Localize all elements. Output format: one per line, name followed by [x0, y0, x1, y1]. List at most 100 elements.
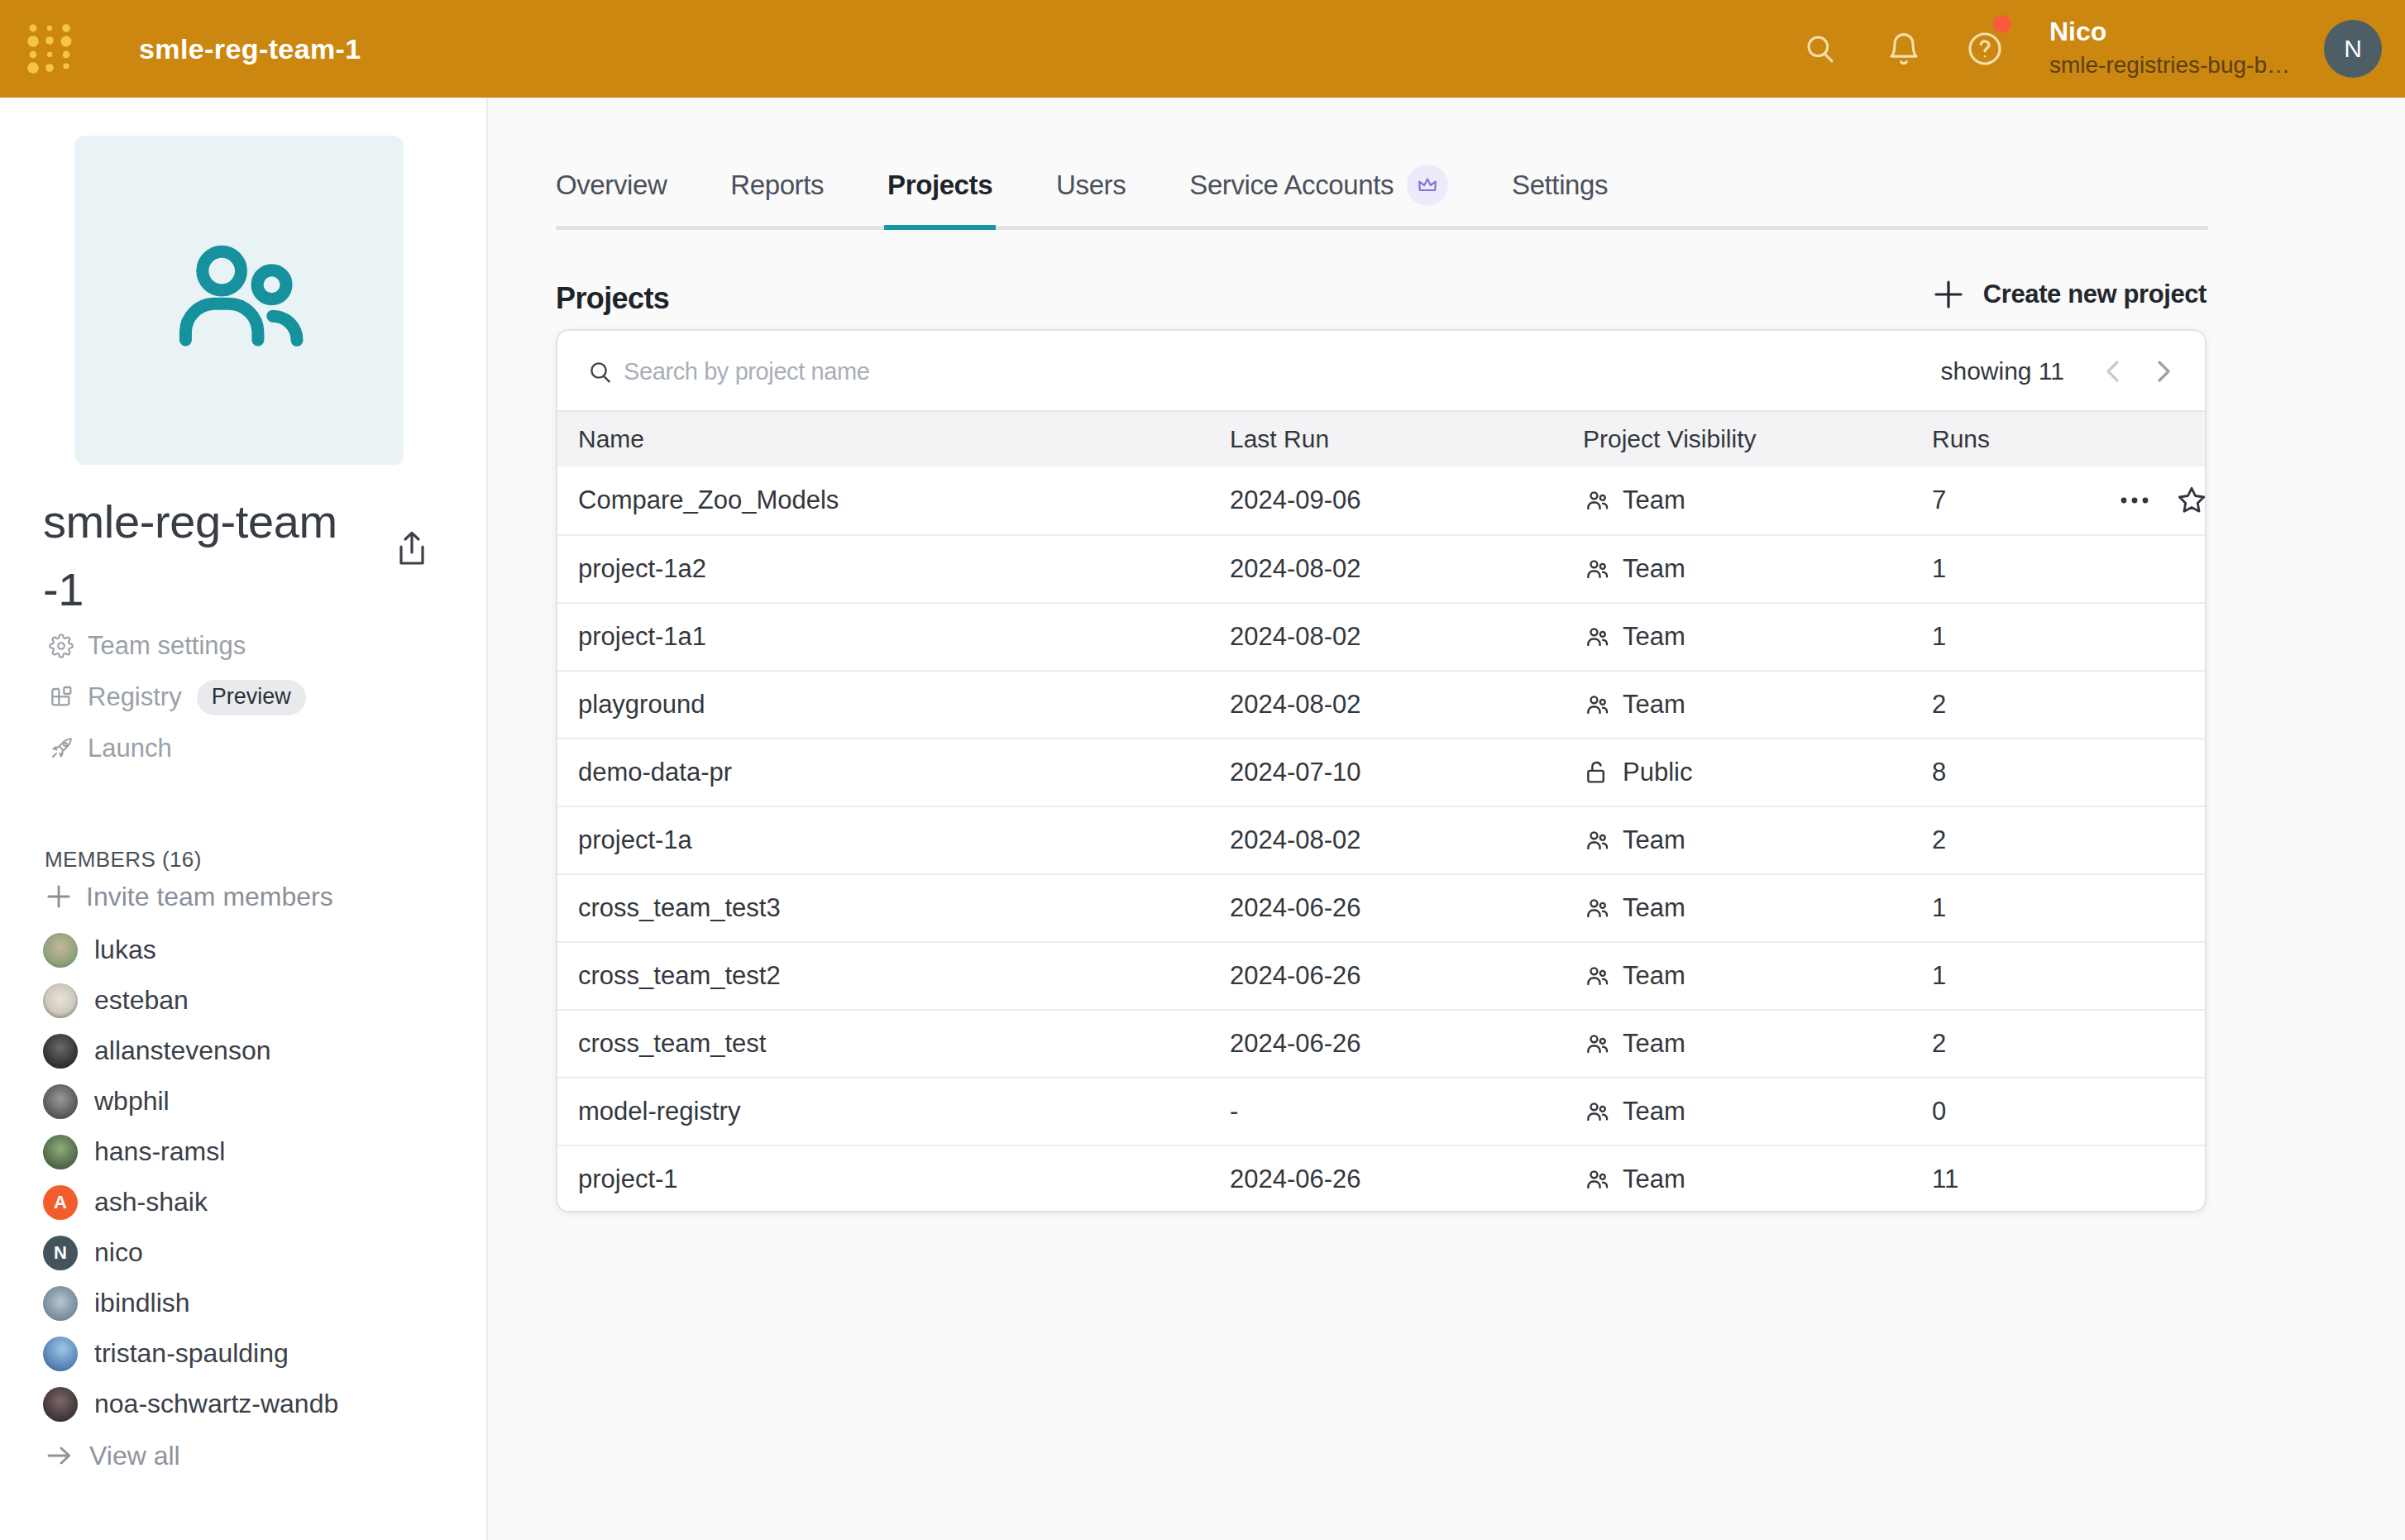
team-icon: [1583, 962, 1611, 990]
project-name[interactable]: cross_team_test: [578, 1011, 766, 1077]
view-all-button[interactable]: View all: [0, 1437, 488, 1474]
table-row[interactable]: cross_team_test3 2024-06-26: [557, 873, 2205, 941]
row-actions: [2118, 466, 2208, 534]
team-name: smle-reg-team-1: [43, 488, 423, 624]
table-row[interactable]: model-registry -: [557, 1077, 2205, 1145]
table-row[interactable]: project-1a 2024-08-02: [557, 806, 2205, 873]
project-search-row: showing 11: [557, 331, 2205, 412]
table-row[interactable]: project-1a1 2024-08-02: [557, 602, 2205, 670]
column-header-last-run[interactable]: Last Run: [1230, 412, 1329, 466]
notification-dot: [1993, 15, 2011, 33]
project-name[interactable]: project-1a: [578, 807, 692, 873]
project-name[interactable]: project-1a2: [578, 536, 706, 602]
showing-count: showing 11: [1940, 331, 2064, 412]
project-last-run: 2024-08-02: [1230, 536, 1361, 602]
project-name[interactable]: demo-data-pr: [578, 739, 732, 806]
view-all-label: View all: [89, 1441, 180, 1471]
member-row[interactable]: esteban: [0, 975, 488, 1026]
sidebar-item-team-settings[interactable]: Team settings: [0, 620, 488, 672]
user-avatar[interactable]: N: [2324, 20, 2382, 78]
wandb-logo-icon[interactable]: [25, 22, 74, 76]
chevron-right-icon[interactable]: [2150, 358, 2177, 385]
table-row[interactable]: Compare_Zoo_Models 2024-09-06: [557, 466, 2205, 534]
sidebar-menu: Team settings Registry Preview: [0, 620, 488, 774]
lock-open-icon: [1583, 758, 1611, 787]
project-last-run: 2024-08-02: [1230, 807, 1361, 873]
member-avatar: [43, 1387, 78, 1422]
registry-icon: [48, 684, 74, 710]
app: smle-reg-team-1 Nico smle-registries-bug…: [0, 0, 2405, 1540]
member-avatar: [43, 1286, 78, 1321]
help-icon[interactable]: [1965, 0, 2005, 98]
column-header-runs[interactable]: Runs: [1932, 412, 1990, 466]
invite-team-members-button[interactable]: Invite team members: [0, 878, 488, 915]
member-list: lukas esteban allanstevenson wbphil: [0, 925, 488, 1429]
project-visibility: Team: [1583, 1146, 1685, 1212]
member-row[interactable]: ibindlish: [0, 1278, 488, 1328]
topbar-title: smle-reg-team-1: [139, 0, 361, 98]
member-name: tristan-spaulding: [94, 1338, 289, 1369]
rocket-icon: [48, 735, 74, 762]
member-row[interactable]: tristan-spaulding: [0, 1328, 488, 1379]
project-last-run: 2024-08-02: [1230, 672, 1361, 738]
tab[interactable]: Projects: [887, 144, 992, 226]
team-icon: [1583, 486, 1611, 514]
table-row[interactable]: project-1 2024-06-26: [557, 1145, 2205, 1212]
tab[interactable]: Reports: [730, 144, 824, 226]
projects-heading: Projects: [556, 281, 669, 316]
member-row[interactable]: noa-schwartz-wandb: [0, 1379, 488, 1429]
member-row[interactable]: hans-ramsl: [0, 1126, 488, 1177]
project-name[interactable]: project-1a1: [578, 604, 706, 670]
team-icon: [1583, 1030, 1611, 1058]
tab[interactable]: Overview: [556, 144, 667, 226]
tab[interactable]: Service Accounts: [1189, 144, 1448, 226]
member-row[interactable]: wbphil: [0, 1076, 488, 1126]
member-row[interactable]: allanstevenson: [0, 1026, 488, 1076]
crown-badge-icon: [1407, 165, 1448, 206]
column-header-visibility[interactable]: Project Visibility: [1583, 412, 1757, 466]
project-name[interactable]: project-1: [578, 1146, 678, 1212]
share-icon[interactable]: [397, 531, 427, 567]
gear-icon: [48, 633, 74, 659]
member-name: esteban: [94, 985, 189, 1016]
sidebar-item-label: Registry: [88, 682, 182, 712]
project-name[interactable]: cross_team_test3: [578, 875, 781, 941]
bell-icon[interactable]: [1886, 0, 1922, 98]
member-row[interactable]: A ash-shaik: [0, 1177, 488, 1227]
search-icon[interactable]: [1803, 0, 1838, 98]
tab[interactable]: Users: [1056, 144, 1126, 226]
table-row[interactable]: demo-data-pr 2024-07-10: [557, 738, 2205, 806]
project-visibility: Team: [1583, 672, 1685, 738]
team-icon: [1583, 555, 1611, 583]
search-input[interactable]: [624, 344, 1451, 399]
member-row[interactable]: lukas: [0, 925, 488, 975]
project-name[interactable]: Compare_Zoo_Models: [578, 466, 839, 534]
member-name: ibindlish: [94, 1288, 190, 1318]
project-last-run: 2024-09-06: [1230, 466, 1361, 534]
table-row[interactable]: project-1a2 2024-08-02: [557, 534, 2205, 602]
table-row[interactable]: playground 2024-08-02: [557, 670, 2205, 738]
main-content: Overview Reports: [488, 98, 2405, 1540]
more-actions-icon[interactable]: [2118, 487, 2151, 514]
sidebar-item-registry[interactable]: Registry Preview: [0, 672, 488, 723]
table-row[interactable]: cross_team_test2 2024-06-26: [557, 941, 2205, 1009]
project-last-run: 2024-07-10: [1230, 739, 1361, 806]
create-new-project-button[interactable]: Create new project: [1934, 280, 2207, 309]
project-runs: 2: [1932, 1011, 1946, 1077]
table-row[interactable]: cross_team_test 2024-06-26: [557, 1009, 2205, 1077]
project-name[interactable]: cross_team_test2: [578, 943, 781, 1009]
member-row[interactable]: N nico: [0, 1227, 488, 1278]
project-name[interactable]: model-registry: [578, 1078, 740, 1145]
topbar-user[interactable]: Nico smle-registries-bug-b…: [2049, 15, 2290, 83]
column-header-name[interactable]: Name: [578, 412, 644, 466]
sidebar-item-launch[interactable]: Launch: [0, 723, 488, 774]
tab[interactable]: Settings: [1512, 144, 1608, 226]
star-icon[interactable]: [2175, 484, 2208, 517]
project-runs: 8: [1932, 739, 1946, 806]
invite-label: Invite team members: [86, 882, 333, 912]
project-name[interactable]: playground: [578, 672, 705, 738]
tabs: Overview Reports: [556, 144, 1608, 226]
project-visibility: Team: [1583, 466, 1685, 534]
chevron-left-icon[interactable]: [2100, 358, 2126, 385]
user-name: Nico: [2049, 15, 2290, 48]
